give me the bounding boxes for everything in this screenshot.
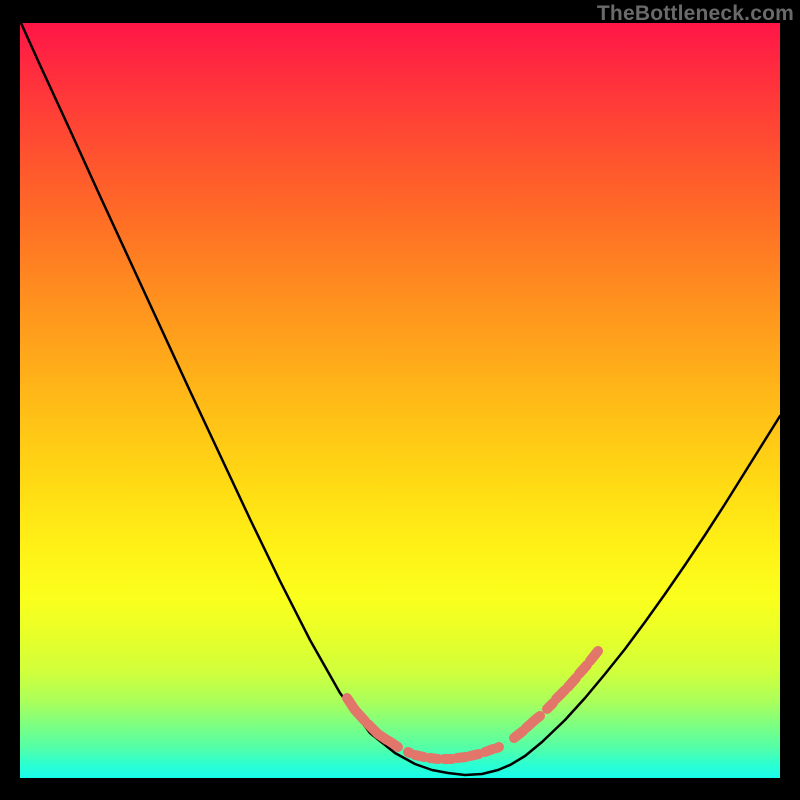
red-band-segment <box>355 710 365 721</box>
red-band-segment <box>389 741 398 747</box>
red-band-segment <box>497 747 499 748</box>
red-band-segment <box>430 758 438 759</box>
red-band-segment <box>485 749 493 752</box>
red-band-segment <box>415 755 424 757</box>
bottleneck-curve <box>21 23 780 775</box>
chart-svg <box>20 23 780 778</box>
red-band-segment <box>568 678 576 687</box>
red-band-segment <box>408 752 410 753</box>
chart-container: TheBottleneck.com <box>0 0 800 800</box>
red-band-segment <box>547 703 553 709</box>
red-band-segment <box>590 651 598 661</box>
plot-area <box>20 23 780 778</box>
red-band-segment <box>556 690 565 699</box>
watermark-text: TheBottleneck.com <box>597 2 794 26</box>
red-band-segment <box>536 716 540 719</box>
red-band-segment <box>579 665 587 674</box>
red-band-segment <box>457 757 466 758</box>
red-band-segment <box>470 754 479 756</box>
red-band-group <box>347 651 598 759</box>
red-band-segment <box>514 731 523 738</box>
